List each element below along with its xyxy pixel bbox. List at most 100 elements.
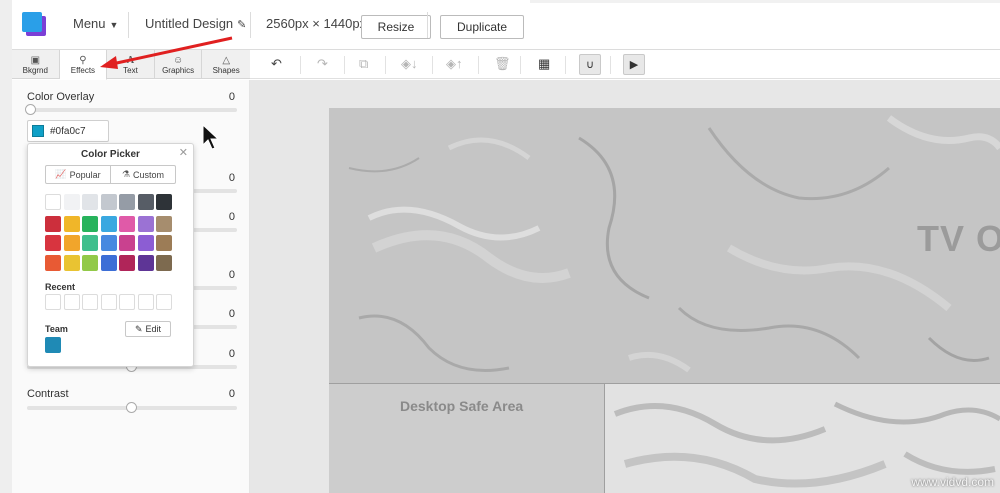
color-swatch[interactable] — [137, 254, 154, 271]
caret-down-icon: ▼ — [109, 20, 119, 30]
color-swatch[interactable] — [137, 215, 154, 232]
tab-label: Text — [123, 65, 138, 75]
recent-color-slot[interactable] — [82, 294, 98, 310]
color-swatch[interactable] — [45, 215, 61, 232]
color-swatch[interactable] — [45, 235, 61, 251]
color-swatch[interactable] — [82, 235, 98, 251]
watermark: www.vidvd.com — [911, 475, 994, 489]
canvas-dimensions: 2560px × 1440px — [266, 16, 367, 31]
color-swatch[interactable] — [63, 215, 80, 232]
color-swatch[interactable] — [63, 235, 80, 251]
bring-forward-icon[interactable]: ◈↑ — [446, 56, 463, 72]
magnet-icon[interactable]: ∪ — [579, 54, 601, 75]
recent-color-slot[interactable] — [63, 294, 80, 310]
color-swatch[interactable] — [63, 254, 80, 271]
top-bar: Menu ▼ Untitled Design ✎ 2560px × 1440px R… — [12, 0, 1000, 50]
slider-value: 0 — [228, 348, 235, 360]
mouse-cursor-icon — [202, 124, 220, 150]
tab-background[interactable]: ▣ Bkgrnd — [12, 50, 60, 79]
color-swatch[interactable] — [45, 194, 61, 210]
team-color-swatch[interactable] — [45, 337, 61, 353]
color-swatch[interactable] — [82, 254, 98, 271]
color-swatch[interactable] — [119, 235, 135, 251]
custom-button[interactable]: ⚗ Custom — [110, 166, 175, 183]
color-swatch[interactable] — [156, 254, 172, 271]
color-swatch[interactable] — [100, 254, 117, 271]
color-picker-title: Color Picker — [81, 149, 140, 160]
contrast-slider[interactable] — [27, 402, 237, 413]
hex-color-field[interactable]: #0fa0c7 — [27, 120, 109, 142]
divider — [565, 56, 566, 74]
slider-value: 0 — [228, 172, 235, 184]
slider-thumb[interactable] — [25, 104, 36, 115]
menu-button[interactable]: Menu ▼ — [73, 16, 118, 31]
recent-color-slot[interactable] — [45, 294, 61, 310]
youtube-icon[interactable]: ▶ — [623, 54, 645, 75]
tab-shapes[interactable]: △ Shapes — [202, 50, 250, 79]
app: Menu ▼ Untitled Design ✎ 2560px × 1440px R… — [0, 0, 1000, 493]
app-logo[interactable] — [22, 12, 46, 36]
hex-value: #0fa0c7 — [50, 126, 86, 137]
artboard[interactable]: TV O Desktop Safe Area — [329, 108, 1000, 493]
divider — [250, 12, 251, 38]
divider — [344, 56, 345, 74]
redo-icon[interactable]: ↷ — [317, 56, 328, 72]
resize-button[interactable]: Resize — [361, 15, 431, 39]
color-swatch[interactable] — [156, 235, 172, 251]
recent-color-slot[interactable] — [137, 294, 154, 310]
color-swatch[interactable] — [100, 215, 117, 232]
grid-icon[interactable]: ▦ — [538, 56, 550, 72]
popular-button[interactable]: 📈 Popular — [46, 166, 110, 183]
canvas-workspace[interactable]: TV O Desktop Safe Area — [250, 80, 1000, 493]
color-swatch[interactable] — [119, 215, 135, 232]
color-swatch[interactable] — [32, 125, 44, 137]
custom-label: Custom — [133, 169, 165, 180]
undo-icon[interactable]: ↶ — [271, 56, 282, 72]
color-swatch[interactable] — [100, 194, 117, 210]
divider — [478, 56, 479, 74]
pencil-icon: ✎ — [134, 323, 143, 334]
color-swatch[interactable] — [156, 194, 172, 210]
divider — [300, 56, 301, 74]
tab-label: Bkgrnd — [22, 65, 48, 75]
color-swatch[interactable] — [82, 194, 98, 210]
edit-team-button[interactable]: ✎ Edit — [125, 321, 171, 337]
safe-area-guide — [604, 383, 605, 493]
color-swatch[interactable] — [137, 235, 154, 251]
trash-icon[interactable]: 🗑 — [494, 56, 511, 72]
color-swatch[interactable] — [137, 194, 154, 210]
send-backward-icon[interactable]: ◈↓ — [401, 56, 418, 72]
recent-color-slot[interactable] — [100, 294, 117, 310]
topbar-accent — [530, 0, 1000, 3]
recent-color-slot[interactable] — [156, 294, 172, 310]
pencil-icon[interactable]: ✎ — [237, 19, 246, 31]
design-title[interactable]: Untitled Design ✎ — [145, 16, 246, 31]
color-swatch[interactable] — [82, 215, 98, 232]
color-overlay-value: 0 — [228, 91, 235, 103]
recent-color-slot[interactable] — [119, 294, 135, 310]
color-swatch[interactable] — [119, 194, 135, 210]
color-swatch[interactable] — [100, 235, 117, 251]
slider-value: 0 — [228, 308, 235, 320]
contrast-label: Contrast — [27, 388, 69, 400]
slider-thumb[interactable] — [126, 402, 137, 413]
duplicate-button[interactable]: Duplicate — [440, 15, 524, 39]
color-swatch[interactable] — [156, 215, 172, 232]
tab-effects[interactable]: ⚲ Effects — [59, 50, 108, 80]
color-swatch[interactable] — [45, 254, 61, 271]
recent-label: Recent — [45, 282, 76, 292]
color-overlay-slider[interactable] — [25, 104, 237, 115]
color-swatch[interactable] — [63, 194, 80, 210]
menu-label: Menu — [73, 16, 106, 31]
color-overlay-label: Color Overlay — [27, 91, 95, 103]
edit-label: Edit — [145, 324, 162, 334]
color-swatch[interactable] — [119, 254, 135, 271]
text-icon: A — [126, 54, 135, 66]
panel-tabs: ▣ Bkgrnd ⚲ Effects A Text ☺ Graphics △ S… — [12, 50, 250, 80]
slider-value: 0 — [228, 269, 235, 281]
tv-safe-area-text: TV O — [917, 218, 1000, 259]
image-icon: ▣ — [30, 54, 41, 66]
copy-icon[interactable]: ⧉ — [359, 56, 368, 72]
tab-graphics[interactable]: ☺ Graphics — [155, 50, 203, 79]
tab-text[interactable]: A Text — [107, 50, 155, 79]
